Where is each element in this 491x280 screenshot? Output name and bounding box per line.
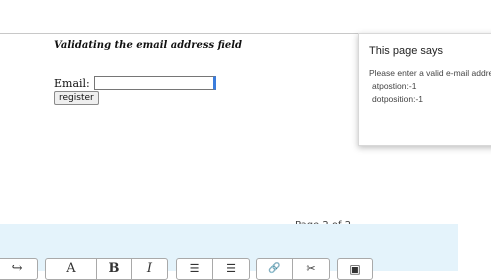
link-icon[interactable]: 🔗 [257,259,293,279]
bulleted-list-icon[interactable]: ☰ [177,259,213,279]
toolbar-group-links: 🔗 ✂ [256,258,330,280]
alert-dialog: This page says Please enter a valid e-ma… [358,33,491,146]
email-row: Email: [54,76,216,90]
page-top-border [0,33,358,34]
unlink-icon[interactable]: ✂ [293,259,329,279]
email-input[interactable] [93,76,216,90]
toolbar-group-lists: ☰ ☰ [176,258,250,280]
toolbar-group-insert: ▣ [337,258,373,280]
bold-icon[interactable]: B [97,259,132,279]
redo-icon[interactable]: ↪ [0,259,37,279]
toolbar-group-format: A B I [45,258,168,280]
alert-message: Please enter a valid e-mail address [369,68,491,78]
page-heading: Validating the email address field [54,40,243,51]
font-color-icon[interactable]: A [46,259,97,279]
register-button[interactable]: register [54,91,99,105]
image-icon[interactable]: ▣ [338,259,372,279]
email-label: Email: [54,76,90,90]
toolbar-group-history: ↪ [0,258,38,280]
numbered-list-icon[interactable]: ☰ [213,259,249,279]
alert-atposition: atpostion:-1 [372,81,417,91]
alert-title: This page says [369,45,443,57]
italic-icon[interactable]: I [132,259,167,279]
alert-dotposition: dotposition:-1 [372,94,424,104]
